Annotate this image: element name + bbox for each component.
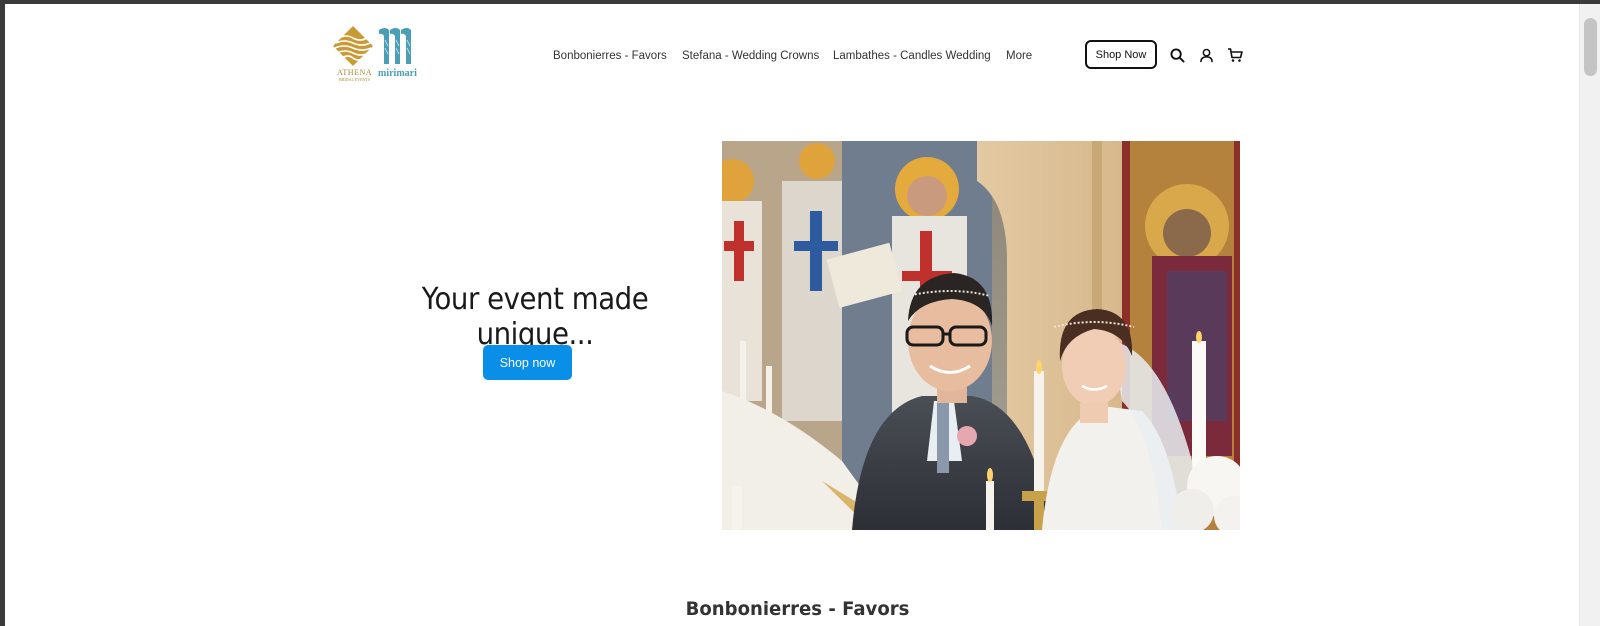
site-logo[interactable]: ATHENA BRIDAL EVENTS mirimari <box>333 24 429 84</box>
nav-item-more[interactable]: More <box>1006 50 1032 62</box>
page-viewport: ATHENA BRIDAL EVENTS mirimari Bonbonierr… <box>5 4 1579 626</box>
nav-item-stefana[interactable]: Stefana - Wedding Crowns <box>682 50 819 62</box>
cart-icon[interactable] <box>1226 46 1244 64</box>
nav-item-lambathes[interactable]: Lambathes - Candles Wedding <box>833 50 991 62</box>
section-title-bonbonierres: Bonbonierres - Favors <box>685 598 910 620</box>
hero-title: Your event made unique... <box>421 282 649 352</box>
scrollbar-thumb[interactable] <box>1584 18 1597 76</box>
logo-athena-text: ATHENA <box>337 68 372 77</box>
hero-shop-now-button[interactable]: Shop now <box>483 345 572 380</box>
page-scrollbar[interactable] <box>1579 4 1600 626</box>
hero-wedding-image <box>722 141 1240 530</box>
logo-athena-subtext: BRIDAL EVENTS <box>339 77 371 82</box>
account-icon[interactable] <box>1197 46 1215 64</box>
logo-mirimari-text: mirimari <box>378 68 417 79</box>
header-shop-now-button[interactable]: Shop Now <box>1085 40 1157 69</box>
search-icon[interactable] <box>1168 46 1186 64</box>
logo-mark-icon <box>333 26 411 66</box>
nav-item-bonbonierres[interactable]: Bonbonierres - Favors <box>553 50 667 62</box>
